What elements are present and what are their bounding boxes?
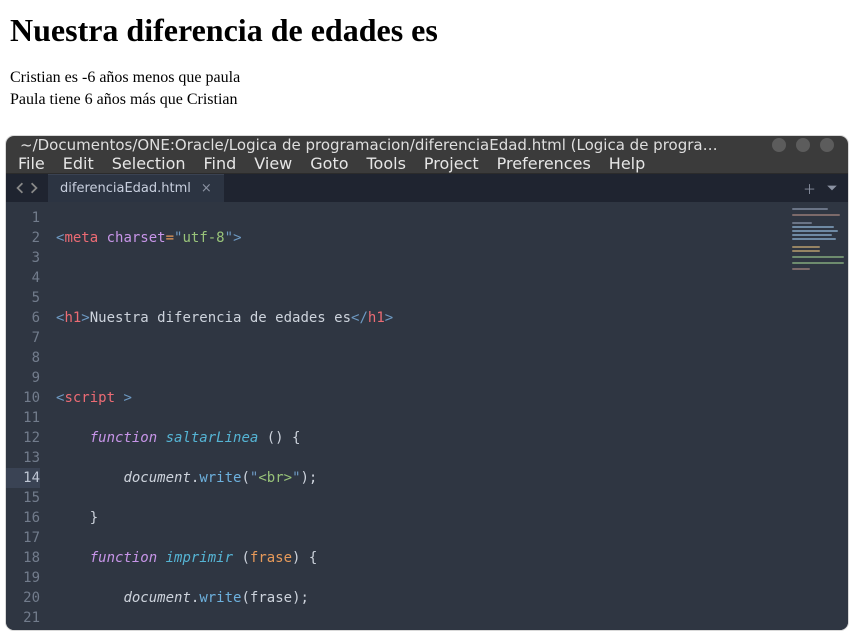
forward-icon[interactable]	[28, 182, 40, 194]
code-area[interactable]: 123 456 789 101112 131415 161718 192021 …	[6, 202, 848, 630]
menu-goto[interactable]: Goto	[310, 154, 348, 173]
window-close-button[interactable]	[820, 138, 834, 152]
menu-preferences[interactable]: Preferences	[497, 154, 591, 173]
new-tab-icon[interactable]: ＋	[803, 179, 816, 198]
menu-project[interactable]: Project	[424, 154, 479, 173]
menu-file[interactable]: File	[18, 154, 45, 173]
line-number-gutter: 123 456 789 101112 131415 161718 192021	[6, 202, 48, 630]
tab-history-nav	[6, 182, 48, 194]
output-line-1: Cristian es -6 años menos que paula	[10, 67, 843, 89]
back-icon[interactable]	[14, 182, 26, 194]
tab-dropdown-icon[interactable]	[826, 182, 838, 194]
page-heading: Nuestra diferencia de edades es	[10, 12, 843, 49]
browser-preview: Nuestra diferencia de edades es Cristian…	[0, 0, 853, 110]
menu-find[interactable]: Find	[204, 154, 237, 173]
window-minimize-button[interactable]	[772, 138, 786, 152]
window-controls	[772, 138, 834, 152]
window-maximize-button[interactable]	[796, 138, 810, 152]
menu-tools[interactable]: Tools	[367, 154, 406, 173]
menu-bar: File Edit Selection Find View Goto Tools…	[6, 154, 848, 174]
output-line-2: Paula tiene 6 años más que Cristian	[10, 89, 843, 111]
minimap[interactable]	[784, 202, 848, 630]
menu-view[interactable]: View	[254, 154, 292, 173]
editor-window: ~/Documentos/ONE:Oracle/Logica de progra…	[6, 136, 848, 630]
menu-selection[interactable]: Selection	[112, 154, 186, 173]
code-content[interactable]: <meta charset="utf-8"> <h1>Nuestra difer…	[48, 202, 784, 630]
tab-bar: diferenciaEdad.html × ＋	[6, 174, 848, 202]
tab-close-icon[interactable]: ×	[201, 181, 212, 196]
tab-label: diferenciaEdad.html	[60, 181, 191, 196]
window-title: ~/Documentos/ONE:Oracle/Logica de progra…	[20, 136, 762, 154]
menu-help[interactable]: Help	[609, 154, 645, 173]
menu-edit[interactable]: Edit	[63, 154, 94, 173]
file-tab[interactable]: diferenciaEdad.html ×	[48, 174, 224, 202]
window-titlebar[interactable]: ~/Documentos/ONE:Oracle/Logica de progra…	[6, 136, 848, 154]
